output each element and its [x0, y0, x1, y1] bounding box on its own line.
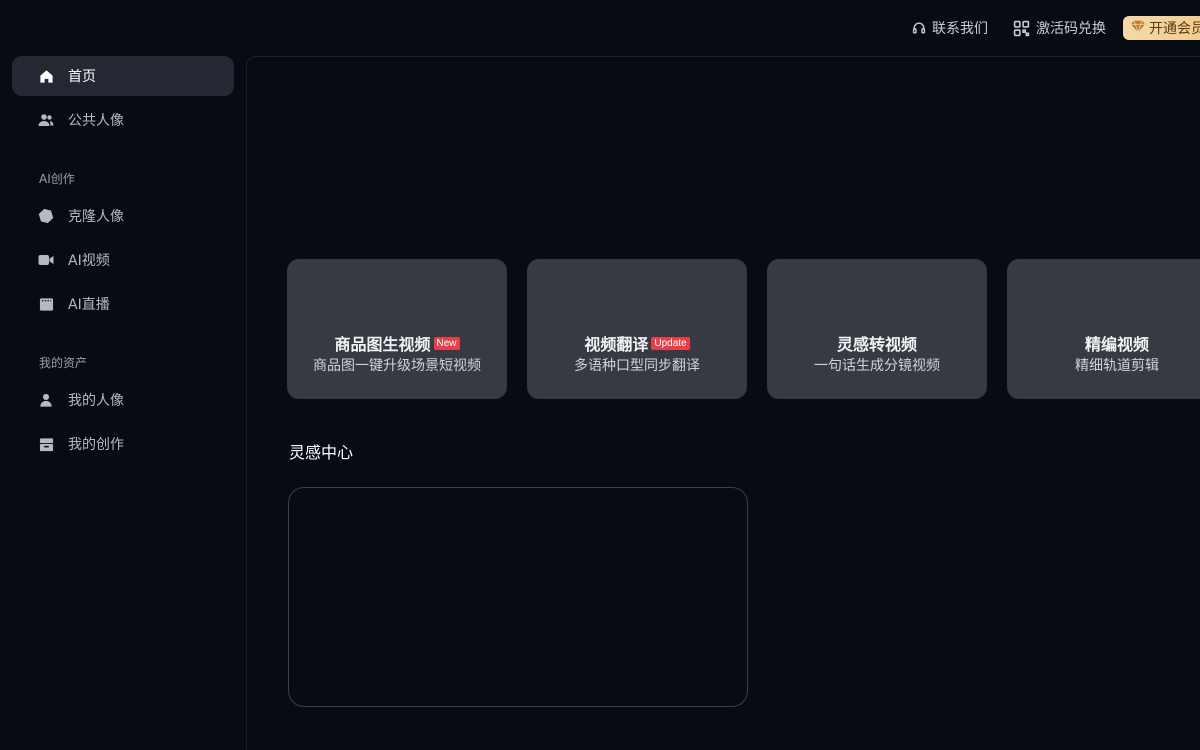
card-subtitle: 商品图一键升级场景短视频	[313, 358, 481, 374]
card-title-row: 商品图生视频 New	[287, 331, 507, 355]
top-bar: 联系我们 激活码兑换 开通会员	[0, 0, 1200, 56]
live-stream-icon	[38, 296, 54, 312]
users-icon	[38, 112, 54, 128]
sidebar-item-clone-avatar[interactable]: 克隆人像	[12, 196, 234, 236]
feature-card-product-video[interactable]: 商品图生视频 New 商品图一键升级场景短视频	[287, 259, 507, 399]
redeem-code-link[interactable]: 激活码兑换	[1013, 16, 1106, 40]
card-title-row: 精编视频	[1007, 331, 1200, 355]
main-content: 商品图生视频 New 商品图一键升级场景短视频 视频翻译 Update 多语种口…	[246, 56, 1200, 750]
sidebar-item-label: AI直播	[68, 297, 110, 313]
card-title: 视频翻译	[584, 335, 649, 354]
sidebar: 首页 公共人像 AI创作 克隆人像 AI视频 AI直播 我的资产 我的人像 我的…	[0, 56, 246, 750]
hexagon-icon	[38, 208, 54, 224]
sidebar-item-label: 克隆人像	[68, 209, 124, 225]
headset-icon	[912, 21, 926, 35]
sidebar-item-label: AI视频	[68, 253, 110, 269]
card-title-row: 视频翻译 Update	[527, 331, 747, 355]
feature-card-video-translate[interactable]: 视频翻译 Update 多语种口型同步翻译	[527, 259, 747, 399]
grid-icon	[1013, 20, 1030, 37]
section-label-my-assets: 我的资产	[39, 356, 88, 370]
sidebar-item-label: 我的人像	[68, 393, 124, 409]
archive-icon	[38, 436, 54, 452]
video-camera-icon	[38, 252, 54, 268]
inspiration-center-title: 灵感中心	[289, 443, 354, 462]
redeem-code-label: 激活码兑换	[1036, 21, 1106, 37]
feature-card-fine-edit[interactable]: 精编视频 精细轨道剪辑	[1007, 259, 1200, 399]
contact-us-label: 联系我们	[932, 21, 988, 37]
section-label-ai-creation: AI创作	[39, 172, 75, 186]
card-subtitle: 一句话生成分镜视频	[814, 358, 940, 374]
contact-us-link[interactable]: 联系我们	[912, 16, 988, 40]
sidebar-item-my-creations[interactable]: 我的创作	[12, 424, 234, 464]
sidebar-item-label: 首页	[68, 69, 96, 85]
inspiration-card-placeholder[interactable]	[288, 487, 748, 707]
vip-label: 开通会员	[1149, 21, 1200, 37]
diamond-icon	[1131, 19, 1145, 37]
sidebar-item-ai-video[interactable]: AI视频	[12, 240, 234, 280]
new-badge: New	[433, 336, 460, 350]
card-subtitle: 多语种口型同步翻译	[574, 358, 700, 374]
vip-button[interactable]: 开通会员	[1123, 16, 1200, 40]
home-icon	[38, 68, 54, 84]
sidebar-item-ai-live[interactable]: AI直播	[12, 284, 234, 324]
card-title: 灵感转视频	[836, 335, 917, 354]
sidebar-item-my-avatars[interactable]: 我的人像	[12, 380, 234, 420]
card-title-row: 灵感转视频	[767, 331, 987, 355]
card-title: 商品图生视频	[334, 335, 431, 354]
user-icon	[38, 392, 54, 408]
sidebar-item-public-avatars[interactable]: 公共人像	[12, 100, 234, 140]
card-title: 精编视频	[1084, 335, 1149, 354]
card-subtitle: 精细轨道剪辑	[1075, 358, 1159, 374]
sidebar-item-label: 公共人像	[68, 113, 124, 129]
update-badge: Update	[651, 336, 690, 350]
sidebar-item-home[interactable]: 首页	[12, 56, 234, 96]
feature-card-idea-to-video[interactable]: 灵感转视频 一句话生成分镜视频	[767, 259, 987, 399]
sidebar-item-label: 我的创作	[68, 437, 124, 453]
